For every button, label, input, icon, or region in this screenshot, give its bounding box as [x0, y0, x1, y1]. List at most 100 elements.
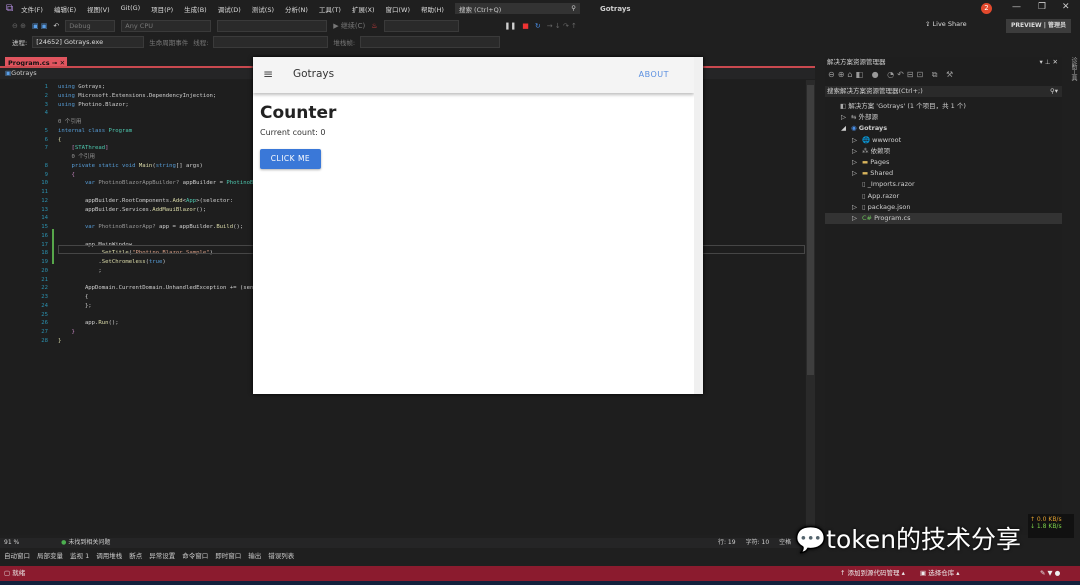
code-line[interactable]: 7 [STAThread]: [0, 144, 109, 153]
code-line[interactable]: 23 {: [0, 293, 88, 302]
expand-arrow-icon[interactable]: ▷: [852, 213, 862, 224]
expand-arrow-icon[interactable]: ▷: [852, 202, 862, 213]
expand-arrow-icon[interactable]: ▷: [852, 135, 862, 146]
tree-item[interactable]: ▷ ⇆ 外部源: [825, 112, 878, 123]
minimize-button[interactable]: —: [1012, 2, 1021, 12]
target-dropdown[interactable]: [383, 19, 459, 32]
expand-arrow-icon[interactable]: ▷: [852, 157, 862, 168]
tool-window-tab[interactable]: 监视 1: [70, 550, 89, 562]
platform-dropdown[interactable]: Any CPU: [121, 19, 212, 32]
menu-item[interactable]: 编辑(E): [54, 4, 76, 14]
menu-item[interactable]: Git(G): [121, 4, 141, 14]
menu-item[interactable]: 扩展(X): [352, 4, 375, 14]
menu-item[interactable]: 窗口(W): [386, 4, 411, 14]
menu-item[interactable]: 视图(V): [87, 4, 110, 14]
solution-search-input[interactable]: 搜索解决方案资源管理器(Ctrl+;) ⚲▾: [825, 86, 1062, 97]
pause-icon[interactable]: ❚❚: [505, 22, 517, 30]
undo-icon[interactable]: ↶: [53, 22, 59, 30]
tree-item[interactable]: ▷ ▬ Pages: [825, 157, 889, 168]
config-dropdown[interactable]: Debug: [65, 19, 116, 32]
code-line[interactable]: 0 个引用: [0, 118, 82, 127]
thread-dropdown[interactable]: [213, 36, 329, 48]
app-scrollbar[interactable]: [694, 57, 703, 394]
menu-item[interactable]: 分析(N): [285, 4, 308, 14]
process-dropdown[interactable]: [24652] Gotrays.exe: [32, 36, 145, 48]
menu-item[interactable]: 测试(S): [252, 4, 274, 14]
code-line[interactable]: 5 internal class Program: [0, 127, 132, 136]
step-icons[interactable]: → ↓ ↷ ↑: [547, 22, 577, 30]
code-line[interactable]: 25: [0, 311, 58, 320]
hot-reload-icon[interactable]: ♨: [371, 22, 377, 30]
live-share-button[interactable]: ⇪ Live Share: [925, 20, 967, 28]
menu-item[interactable]: 项目(P): [151, 4, 173, 14]
expand-arrow-icon[interactable]: ▷: [841, 112, 851, 123]
code-line[interactable]: 16: [0, 232, 58, 241]
lifecycle-button[interactable]: 生命周期事件: [149, 37, 188, 47]
code-line[interactable]: 14: [0, 214, 58, 223]
code-line[interactable]: 12 appBuilder.RootComponents.Add<App>(se…: [0, 197, 237, 206]
menu-item[interactable]: 工具(T): [319, 4, 341, 14]
save-icon[interactable]: ▣ ▣: [32, 22, 47, 30]
tree-item[interactable]: ▷ C# Program.cs: [825, 213, 1062, 224]
about-link[interactable]: ABOUT: [639, 70, 669, 79]
tree-item[interactable]: ▷ ⁂ 依赖项: [825, 146, 890, 157]
code-line[interactable]: 24 };: [0, 302, 91, 311]
code-line[interactable]: 15 var PhotinoBlazorApp? app = appBuilde…: [0, 223, 243, 232]
tree-item[interactable]: ◢ ◉ Gotrays: [825, 123, 887, 134]
code-line[interactable]: 3 using Photino.Blazor;: [0, 101, 129, 110]
stack-frame-dropdown[interactable]: [360, 36, 501, 48]
zoom-level[interactable]: 91 %: [4, 539, 19, 546]
search-input[interactable]: 搜索 (Ctrl+Q) ⚲: [454, 3, 580, 14]
tool-window-tab[interactable]: 局部变量: [37, 550, 63, 562]
expand-arrow-icon[interactable]: ▷: [852, 146, 862, 157]
tree-item[interactable]: ◧ 解决方案 'Gotrays' (1 个项目，共 1 个): [825, 101, 966, 112]
code-line[interactable]: 2 using Microsoft.Extensions.DependencyIn…: [0, 92, 217, 101]
preview-button[interactable]: PREVIEW | 管理员: [1006, 19, 1071, 33]
code-line[interactable]: 11: [0, 188, 58, 197]
select-repo-button[interactable]: ▣ 选择仓库 ▴: [920, 566, 960, 581]
tool-window-tab[interactable]: 输出: [248, 550, 261, 562]
tree-item[interactable]: ▯ App.razor: [825, 191, 899, 202]
tool-window-tab[interactable]: 断点: [129, 550, 142, 562]
tool-window-tab[interactable]: 自动窗口: [4, 550, 30, 562]
menu-item[interactable]: 帮助(H): [421, 4, 444, 14]
expand-arrow-icon[interactable]: ▷: [852, 168, 862, 179]
hamburger-menu-icon[interactable]: ≡: [263, 67, 273, 81]
panel-close-icon[interactable]: ▾ ⊥ ✕: [1039, 57, 1058, 68]
restore-button[interactable]: ❐: [1038, 2, 1046, 12]
click-me-button[interactable]: CLICK ME: [260, 149, 321, 169]
code-line[interactable]: 10 var PhotinoBlazorAppBuilder? appBuild…: [0, 179, 273, 188]
tool-window-tab[interactable]: 异常设置: [149, 550, 175, 562]
code-line[interactable]: 0 个引用: [0, 153, 95, 162]
tool-window-tab[interactable]: 命令窗口: [182, 550, 208, 562]
tool-window-tab[interactable]: 即时窗口: [215, 550, 241, 562]
code-line[interactable]: 20 ;: [0, 267, 102, 276]
tool-window-tab[interactable]: 调用堆栈: [96, 550, 122, 562]
add-source-control-button[interactable]: ↑ 添加到源代码管理 ▴: [840, 566, 905, 581]
tree-item[interactable]: ▯ _Imports.razor: [825, 179, 915, 190]
stop-icon[interactable]: ■: [522, 22, 529, 30]
code-line[interactable]: 19 .SetChromeless(true): [0, 258, 166, 267]
indent-mode[interactable]: 空格: [779, 538, 791, 548]
code-line[interactable]: 22 AppDomain.CurrentDomain.UnhandledExce…: [0, 284, 253, 293]
continue-button[interactable]: ▶ 继续(C): [333, 21, 365, 31]
tool-window-tab[interactable]: 错误列表: [268, 550, 294, 562]
notifications-icon[interactable]: ✎ ▼ ●: [1040, 566, 1060, 581]
restart-icon[interactable]: ↻: [535, 22, 541, 30]
close-button[interactable]: ✕: [1062, 2, 1070, 12]
expand-arrow-icon[interactable]: ◢: [841, 123, 851, 134]
menu-item[interactable]: 生成(B): [184, 4, 207, 14]
code-line[interactable]: 6{: [0, 136, 62, 145]
diagnostic-tools-tab[interactable]: 诊断工具: [1064, 57, 1078, 535]
code-line[interactable]: 26 app.Run();: [0, 319, 118, 328]
code-line[interactable]: 27 }: [0, 328, 75, 337]
code-line[interactable]: 8 private static void Main(string[] args…: [0, 162, 203, 171]
issues-status[interactable]: 未找到相关问题: [68, 539, 110, 546]
code-line[interactable]: 9 {: [0, 171, 75, 180]
editor-scroll-thumb[interactable]: [807, 85, 814, 375]
code-line[interactable]: 13 appBuilder.Services.AddMauiBlazor();: [0, 206, 206, 215]
tree-item[interactable]: ▷ ▯ package.json: [825, 202, 910, 213]
tree-item[interactable]: ▷ 🌐 wwwroot: [825, 135, 901, 146]
code-line[interactable]: 4: [0, 109, 58, 118]
code-line[interactable]: 28}: [0, 337, 61, 346]
